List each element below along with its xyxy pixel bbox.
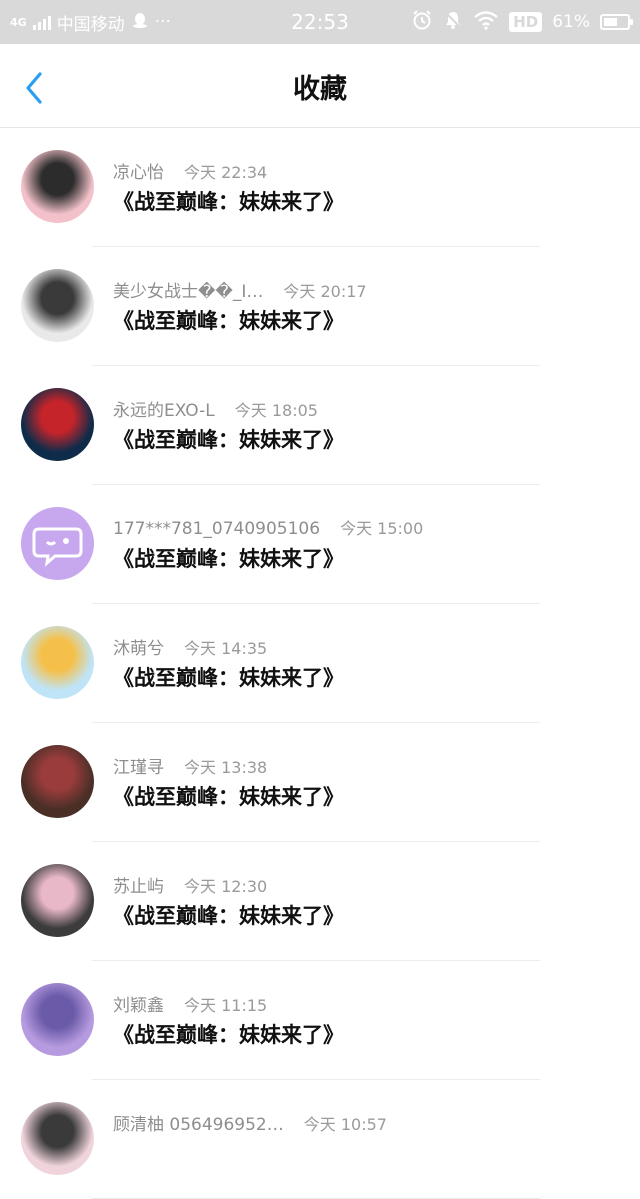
sender-name: 177***781_0740905106	[113, 519, 321, 539]
sender-name: 沐萌兮	[113, 639, 164, 659]
timestamp: 今天 14:35	[184, 639, 268, 658]
item-meta: 永远的EXO-L 今天 18:05	[113, 396, 318, 421]
status-right: HD 61%	[411, 0, 633, 44]
timestamp: 今天 20:17	[283, 282, 367, 301]
avatar[interactable]	[21, 388, 94, 461]
avatar[interactable]	[21, 507, 94, 580]
list-item[interactable]: 顾清柚 056496952… 今天 10:57	[0, 1080, 640, 1199]
avatar[interactable]	[21, 864, 94, 937]
avatar[interactable]	[21, 745, 94, 818]
avatar[interactable]	[21, 626, 94, 699]
timestamp: 今天 22:34	[184, 163, 268, 182]
sender-name: 刘颖鑫	[113, 996, 164, 1016]
item-meta: 苏止屿 今天 12:30	[113, 872, 267, 897]
list-item[interactable]: 美少女战士��_I… 今天 20:17 《战至巅峰：妹妹来了》	[0, 247, 640, 366]
item-meta: 177***781_0740905106 今天 15:00	[113, 515, 423, 539]
timestamp: 今天 11:15	[184, 996, 268, 1015]
message-text: 《战至巅峰：妹妹来了》	[113, 1023, 344, 1047]
message-text: 《战至巅峰：妹妹来了》	[113, 309, 344, 333]
network-label: 4G	[10, 15, 27, 29]
qq-icon	[131, 11, 149, 34]
hd-badge: HD	[509, 12, 543, 32]
avatar[interactable]	[21, 983, 94, 1056]
sender-name: 美少女战士��_I…	[113, 282, 264, 302]
sender-name: 顾清柚 056496952…	[113, 1115, 284, 1135]
list-item[interactable]: 永远的EXO-L 今天 18:05 《战至巅峰：妹妹来了》	[0, 366, 640, 485]
header: 收藏	[0, 44, 640, 128]
avatar[interactable]	[21, 269, 94, 342]
avatar[interactable]	[21, 150, 94, 223]
list-item[interactable]: 沐萌兮 今天 14:35 《战至巅峰：妹妹来了》	[0, 604, 640, 723]
sender-name: 苏止屿	[113, 877, 164, 897]
sender-name: 江瑾寻	[113, 758, 164, 778]
message-text: 《战至巅峰：妹妹来了》	[113, 904, 344, 928]
wifi-icon	[473, 10, 499, 35]
status-bar: 4G 中国移动 ··· 22:53 HD 61%	[0, 0, 640, 44]
item-meta: 顾清柚 056496952… 今天 10:57	[113, 1110, 387, 1135]
item-meta: 刘颖鑫 今天 11:15	[113, 991, 267, 1016]
list-item[interactable]: 苏止屿 今天 12:30 《战至巅峰：妹妹来了》	[0, 842, 640, 961]
list-item[interactable]: 177***781_0740905106 今天 15:00 《战至巅峰：妹妹来了》	[0, 485, 640, 604]
list-item[interactable]: 凉心怡 今天 22:34 《战至巅峰：妹妹来了》	[0, 128, 640, 247]
favorites-list: 凉心怡 今天 22:34 《战至巅峰：妹妹来了》 美少女战士��_I… 今天 20:17…	[0, 128, 640, 1199]
more-notifications: ···	[154, 12, 171, 32]
chat-bubble-icon	[32, 527, 83, 567]
timestamp: 今天 18:05	[234, 401, 318, 420]
timestamp: 今天 10:57	[303, 1115, 387, 1134]
message-text: 《战至巅峰：妹妹来了》	[113, 190, 344, 214]
item-meta: 沐萌兮 今天 14:35	[113, 634, 267, 659]
clock: 22:53	[291, 10, 349, 34]
list-item[interactable]: 刘颖鑫 今天 11:15 《战至巅峰：妹妹来了》	[0, 961, 640, 1080]
timestamp: 今天 13:38	[184, 758, 268, 777]
item-meta: 美少女战士��_I… 今天 20:17	[113, 277, 367, 302]
timestamp: 今天 12:30	[184, 877, 268, 896]
message-text: 《战至巅峰：妹妹来了》	[113, 547, 344, 571]
signal-icon	[32, 14, 51, 30]
message-text: 《战至巅峰：妹妹来了》	[113, 666, 344, 690]
sender-name: 凉心怡	[113, 163, 164, 183]
battery-percent: 61%	[552, 12, 590, 32]
message-text: 《战至巅峰：妹妹来了》	[113, 428, 344, 452]
page-title: 收藏	[293, 73, 347, 105]
back-button[interactable]	[16, 68, 52, 108]
message-text: 《战至巅峰：妹妹来了》	[113, 785, 344, 809]
timestamp: 今天 15:00	[340, 519, 424, 538]
chevron-left-icon	[26, 72, 42, 104]
status-left: 4G 中国移动 ···	[10, 0, 171, 44]
carrier-label: 中国移动	[56, 14, 125, 35]
alarm-icon	[411, 9, 433, 36]
mute-icon	[443, 10, 463, 35]
battery-icon	[600, 14, 633, 30]
sender-name: 永远的EXO-L	[113, 401, 215, 421]
list-item[interactable]: 江瑾寻 今天 13:38 《战至巅峰：妹妹来了》	[0, 723, 640, 842]
item-meta: 凉心怡 今天 22:34	[113, 158, 267, 183]
item-meta: 江瑾寻 今天 13:38	[113, 753, 267, 778]
avatar[interactable]	[21, 1102, 94, 1175]
